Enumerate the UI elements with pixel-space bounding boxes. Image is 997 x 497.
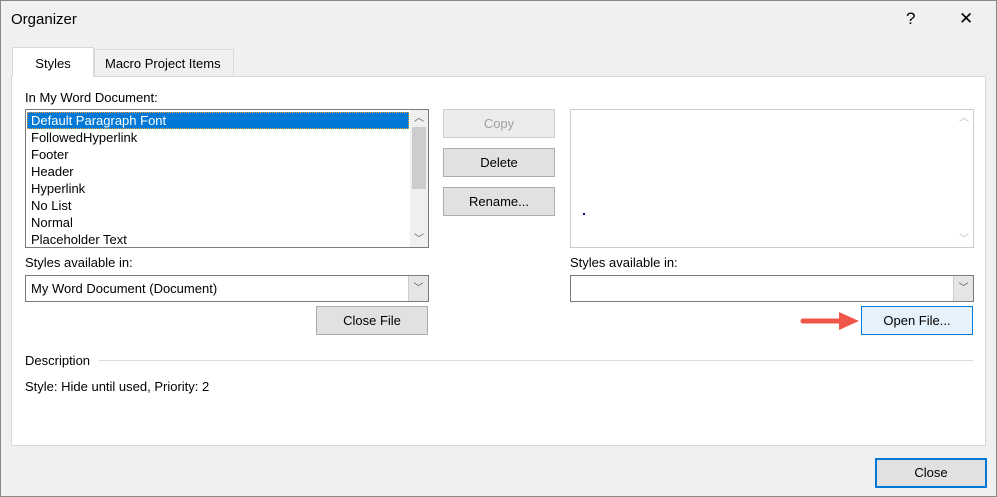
divider <box>99 360 973 361</box>
list-item[interactable]: Header <box>27 163 409 180</box>
scroll-thumb[interactable] <box>412 127 426 189</box>
scrollbar[interactable]: ︿ ﹀ <box>410 110 428 247</box>
window-title: Organizer <box>11 11 77 28</box>
close-button[interactable]: Close <box>875 458 987 488</box>
left-list-label: In My Word Document: <box>25 90 158 105</box>
chevron-down-icon[interactable]: ﹀ <box>953 276 973 301</box>
red-arrow-annotation <box>800 312 859 330</box>
delete-button[interactable]: Delete <box>443 148 555 177</box>
tab-macro-project-items[interactable]: Macro Project Items <box>94 49 234 77</box>
close-file-button[interactable]: Close File <box>316 306 428 335</box>
left-available-select[interactable]: My Word Document (Document) ﹀ <box>25 275 429 302</box>
description-heading: Description <box>25 353 91 368</box>
list-item[interactable]: Default Paragraph Font <box>27 112 409 129</box>
scroll-down-icon[interactable]: ﹀ <box>410 230 428 245</box>
right-available-select[interactable]: ﹀ <box>570 275 974 302</box>
tab-styles[interactable]: Styles <box>12 47 94 77</box>
left-available-label: Styles available in: <box>25 255 133 270</box>
copy-button[interactable]: Copy <box>443 109 555 138</box>
scroll-down-icon[interactable]: ﹀ <box>955 230 973 245</box>
list-item[interactable]: Hyperlink <box>27 180 409 197</box>
rename-button[interactable]: Rename... <box>443 187 555 216</box>
list-item[interactable]: Normal <box>27 214 409 231</box>
left-styles-list[interactable]: Default Paragraph Font FollowedHyperlink… <box>25 109 429 248</box>
scroll-up-icon[interactable]: ︿ <box>410 110 428 127</box>
list-dot <box>583 213 585 215</box>
scroll-up-icon[interactable]: ︿ <box>955 110 973 127</box>
list-item[interactable]: Footer <box>27 146 409 163</box>
open-file-button[interactable]: Open File... <box>861 306 973 335</box>
select-value: My Word Document (Document) <box>31 281 218 296</box>
help-button[interactable]: ? <box>906 9 915 29</box>
description-text: Style: Hide until used, Priority: 2 <box>25 379 210 394</box>
right-styles-list[interactable]: ︿ ﹀ <box>570 109 974 248</box>
tab-label: Styles <box>35 56 71 71</box>
chevron-down-icon[interactable]: ﹀ <box>408 276 428 301</box>
right-available-label: Styles available in: <box>570 255 678 270</box>
list-item[interactable]: FollowedHyperlink <box>27 129 409 146</box>
scrollbar[interactable]: ︿ ﹀ <box>955 110 973 247</box>
close-window-button[interactable]: ✕ <box>959 9 973 29</box>
list-item[interactable]: Placeholder Text <box>27 231 409 247</box>
list-item[interactable]: No List <box>27 197 409 214</box>
tab-label: Macro Project Items <box>105 56 221 71</box>
